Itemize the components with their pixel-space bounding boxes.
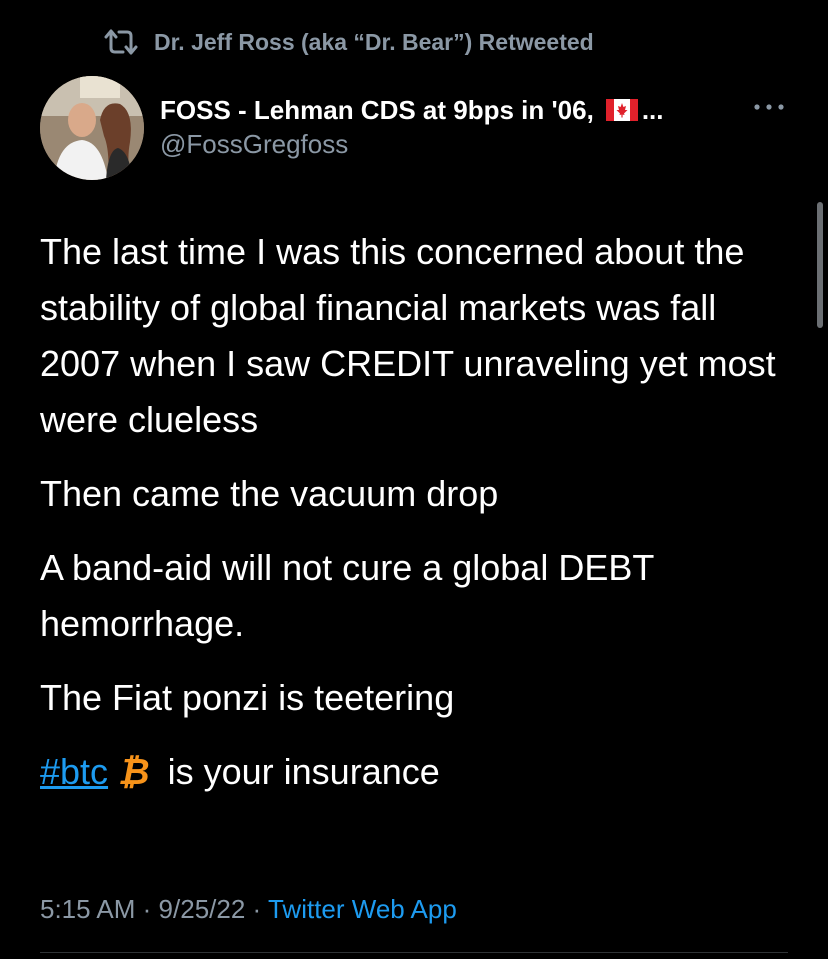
avatar-photo	[40, 76, 144, 180]
retweet-icon	[104, 29, 138, 55]
retweet-text: Dr. Jeff Ross (aka “Dr. Bear”) Retweeted	[154, 28, 594, 55]
bitcoin-icon: ₿	[118, 751, 150, 792]
tweet-text: The last time I was this concerned about…	[40, 224, 780, 818]
display-name-truncation: ...	[641, 94, 664, 125]
avatar[interactable]	[40, 76, 144, 180]
tweet-closing-text: is your insurance	[167, 751, 440, 792]
divider	[40, 952, 788, 953]
tweet-paragraph: A band-aid will not cure a global DEBT h…	[40, 547, 654, 644]
meta-separator: ·	[142, 894, 152, 924]
more-horizontal-icon[interactable]	[752, 100, 786, 114]
tweet-date[interactable]: 9/25/22	[159, 894, 246, 924]
meta-separator: ·	[252, 894, 262, 924]
scrollbar[interactable]	[817, 202, 823, 328]
hashtag-link-btc[interactable]: #btc	[40, 751, 108, 792]
display-name[interactable]: FOSS - Lehman CDS at 9bps in '06,	[160, 95, 594, 126]
tweet-author[interactable]: FOSS - Lehman CDS at 9bps in '06, ... @F…	[160, 94, 664, 160]
tweet-paragraph-hashtag: #btc ₿ is your insurance	[40, 744, 780, 800]
tweet-metadata: 5:15 AM · 9/25/22 · Twitter Web App	[40, 894, 457, 925]
display-name-row[interactable]: FOSS - Lehman CDS at 9bps in '06, ...	[160, 94, 664, 126]
canada-flag-icon	[605, 99, 638, 121]
author-handle[interactable]: @FossGregfoss	[160, 129, 664, 160]
tweet-paragraph: The last time I was this concerned about…	[40, 231, 776, 440]
tweet-paragraph: The Fiat ponzi is teetering	[40, 677, 455, 718]
tweet-paragraph: Then came the vacuum drop	[40, 473, 499, 514]
retweet-context[interactable]: Dr. Jeff Ross (aka “Dr. Bear”) Retweeted	[104, 26, 594, 58]
tweet-time[interactable]: 5:15 AM	[40, 894, 135, 924]
tweet-source-link[interactable]: Twitter Web App	[268, 894, 457, 924]
